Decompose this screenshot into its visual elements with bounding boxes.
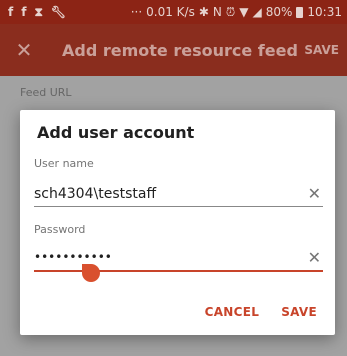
close-icon[interactable]: ✕ <box>0 38 48 62</box>
signal-icon: ◢ <box>252 5 262 19</box>
cancel-button[interactable]: CANCEL <box>205 305 260 319</box>
password-label: Password <box>34 223 86 236</box>
password-underline <box>34 270 323 272</box>
wrench-icon: 🔧︎ <box>50 5 67 19</box>
more-icon: ··· <box>130 5 143 19</box>
battery-icon <box>296 6 304 18</box>
battery-percent: 80% <box>265 5 293 19</box>
add-user-account-dialog: Add user account User name sch4304\tests… <box>20 110 335 335</box>
notification-icons: f f ⧗ 🔧︎ <box>0 5 66 20</box>
username-field[interactable]: sch4304\teststaff <box>34 186 156 202</box>
toolbar-title: Add remote resource feed <box>62 40 298 60</box>
facebook-icon: f <box>8 5 14 19</box>
facebook-icon: f <box>21 5 27 19</box>
username-underline <box>34 206 323 207</box>
status-bar: f f ⧗ 🔧︎ ··· 0.01 K/s ✱ N ⏰︎ ▼ ◢ 80% 10:… <box>0 0 347 24</box>
system-status: ··· 0.01 K/s ✱ N ⏰︎ ▼ ◢ 80% 10:31 <box>131 5 347 20</box>
feed-url-label: Feed URL <box>20 86 72 99</box>
username-label: User name <box>34 157 94 170</box>
toolbar: ✕ Add remote resource feed SAVE <box>0 24 347 76</box>
dialog-actions: CANCEL SAVE <box>205 305 317 319</box>
toolbar-save-button[interactable]: SAVE <box>304 43 347 57</box>
clock: 10:31 <box>307 5 342 19</box>
nfc-icon: N <box>212 5 222 19</box>
wifi-icon: ▼ <box>239 5 249 19</box>
dialog-title: Add user account <box>37 123 195 142</box>
clear-username-icon[interactable]: ✕ <box>308 184 321 203</box>
text-cursor-handle[interactable] <box>82 264 100 282</box>
hourglass-icon: ⧗ <box>34 4 43 19</box>
alarm-icon: ⏰︎ <box>225 4 236 19</box>
clear-password-icon[interactable]: ✕ <box>308 248 321 267</box>
password-field[interactable]: ••••••••••• <box>34 250 112 264</box>
bluetooth-icon: ✱ <box>198 5 209 19</box>
network-speed: 0.01 K/s <box>146 5 195 19</box>
save-button[interactable]: SAVE <box>281 305 317 319</box>
